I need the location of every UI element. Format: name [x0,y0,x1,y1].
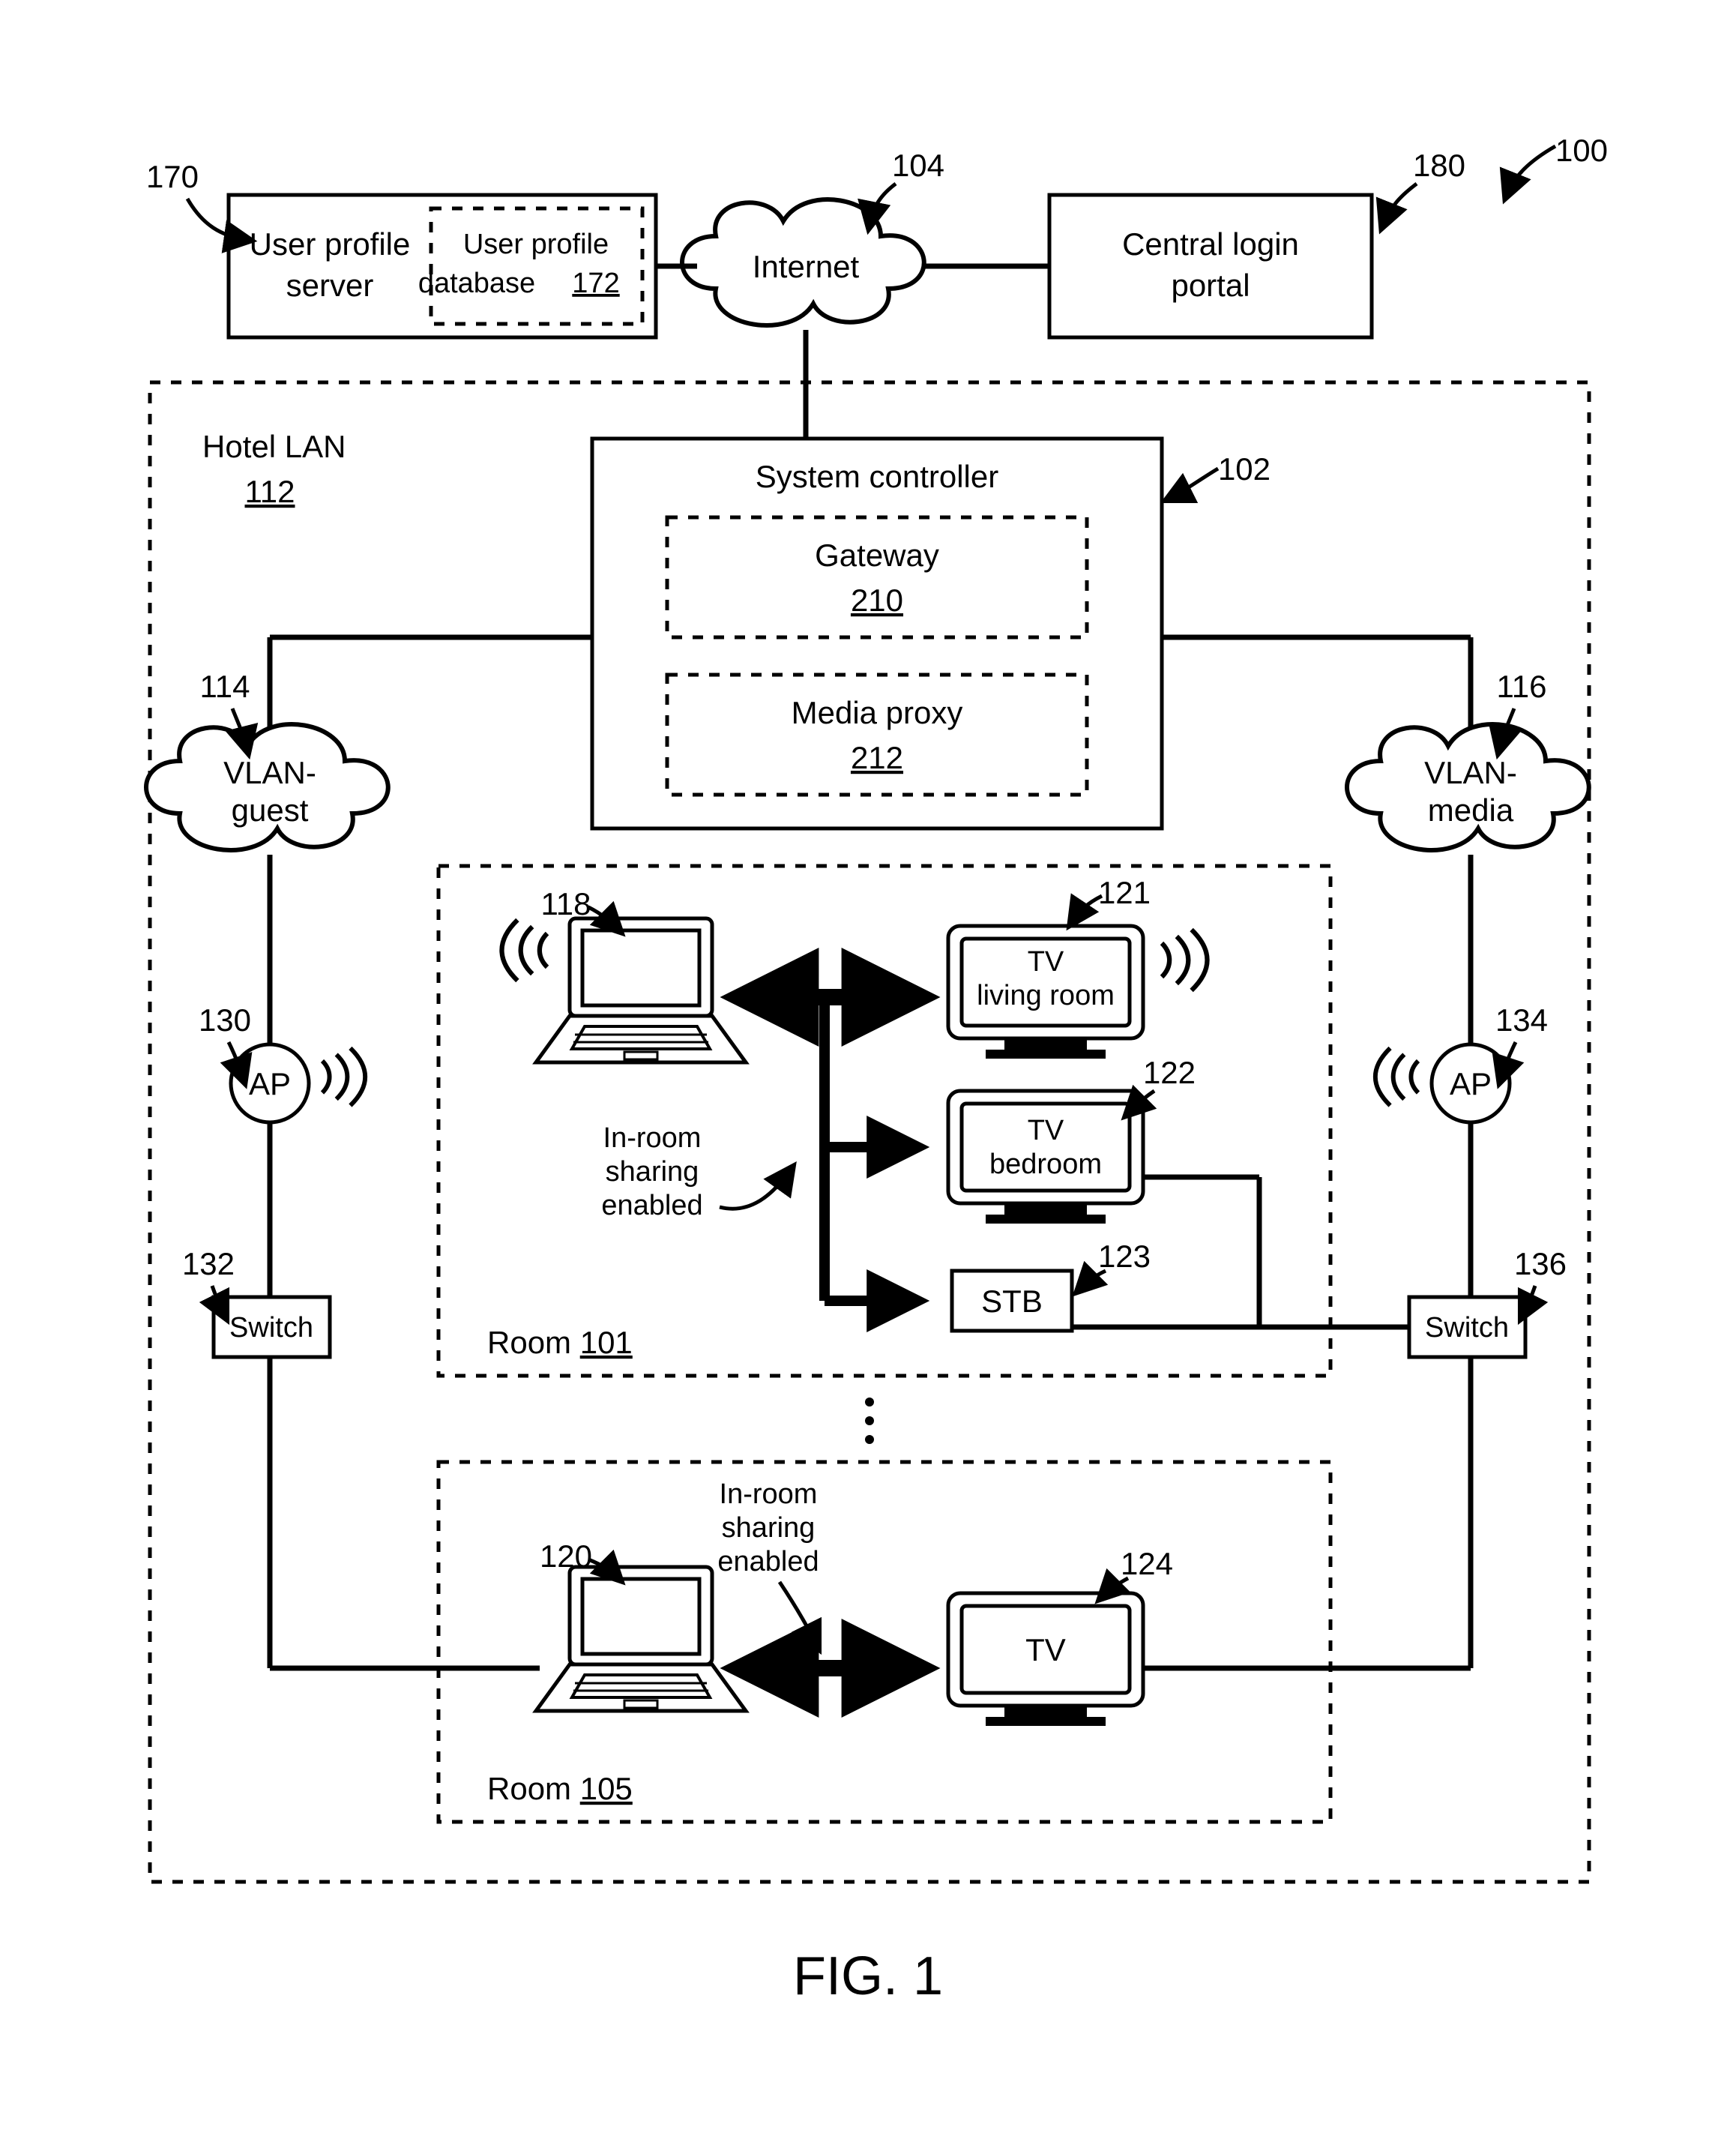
diagram-canvas: 100 User profile server User profile dat… [0,0,1736,2151]
ref-136: 136 [1514,1246,1567,1281]
tv-122-l1: TV [1028,1115,1064,1146]
ref-130: 130 [199,1002,251,1038]
ref-212: 212 [851,740,903,775]
user-profile-db-l2: database [418,268,535,299]
inroom-101-l1: In-room [603,1122,702,1154]
ref-210: 210 [851,583,903,618]
ref-172: 172 [572,268,619,299]
user-profile-server-box [229,195,656,337]
vlan-media-l1: VLAN- [1424,755,1517,790]
switch-right-label: Switch [1425,1312,1509,1344]
ref-180: 180 [1413,148,1465,183]
ref-104: 104 [892,148,944,183]
gateway-label: Gateway [815,538,939,573]
ref-114: 114 [200,669,250,704]
room-105-label: Room 105 [487,1771,633,1806]
media-proxy-label: Media proxy [792,695,963,730]
central-login-l2: portal [1171,268,1250,303]
ap-right-label: AP [1450,1066,1492,1101]
system-controller-label: System controller [756,459,998,494]
vlan-guest-l1: VLAN- [223,755,316,790]
central-login-box [1049,195,1372,337]
tv-122-l2: bedroom [989,1149,1102,1180]
tv-121-l2: living room [977,980,1115,1011]
ref-170: 170 [146,159,199,194]
ref-134: 134 [1495,1002,1548,1038]
inroom-105-l2: sharing [722,1512,816,1544]
ref-132: 132 [182,1246,235,1281]
ref-124: 124 [1121,1546,1173,1581]
wifi-icon [1162,930,1208,990]
user-profile-server-l1: User profile [250,226,411,262]
stb-label: STB [981,1284,1043,1319]
central-login-l1: Central login [1122,226,1299,262]
inroom-105-l1: In-room [720,1478,818,1510]
ref-112: 112 [245,474,295,509]
laptop-118 [536,918,746,1062]
user-profile-server-l2: server [286,268,374,303]
vlan-media-l2: media [1428,792,1514,828]
ref-118: 118 [541,886,591,921]
wifi-icon [501,920,547,981]
ref-120: 120 [540,1538,592,1574]
figure-label: FIG. 1 [793,1946,943,2006]
internet-label: Internet [753,249,860,284]
inroom-101-l2: sharing [606,1156,699,1188]
user-profile-db-l1: User profile [463,229,609,260]
room-101-label: Room 101 [487,1325,633,1360]
ref-102: 102 [1218,451,1271,487]
inroom-105-l3: enabled [717,1546,819,1577]
ref-100: 100 [1555,133,1608,168]
switch-left-label: Switch [229,1312,313,1344]
inroom-101-l3: enabled [601,1190,702,1221]
wifi-icon [1375,1048,1418,1106]
vlan-guest-l2: guest [232,792,309,828]
wifi-icon [322,1048,365,1106]
laptop-120 [536,1567,746,1711]
ref-123: 123 [1098,1239,1151,1274]
tv-124-label: TV [1025,1632,1066,1667]
ref-122: 122 [1143,1055,1196,1090]
ref-116: 116 [1497,669,1547,704]
tv-121-l1: TV [1028,946,1064,978]
hotel-lan-label: Hotel LAN [202,429,346,464]
ref-121: 121 [1098,875,1151,910]
ap-left-label: AP [249,1066,291,1101]
